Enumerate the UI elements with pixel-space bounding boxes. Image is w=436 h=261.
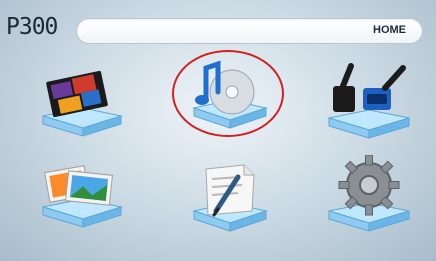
photo-icon: [42, 165, 123, 228]
menu-item-document[interactable]: [184, 155, 274, 245]
menu-item-photo[interactable]: [35, 155, 125, 245]
document-icon: [192, 164, 268, 232]
hdmi-vga-icon: [328, 63, 410, 139]
header-bar: HOME: [76, 18, 423, 44]
settings-gear-icon: [328, 155, 410, 232]
model-title: P300: [6, 14, 58, 40]
selection-ring: [172, 50, 284, 137]
menu-item-settings[interactable]: [323, 155, 413, 245]
video-icon: [42, 70, 123, 137]
home-screen: P300 HOME: [0, 0, 436, 261]
home-label: HOME: [373, 24, 406, 36]
menu-item-video[interactable]: [35, 58, 125, 148]
menu-item-input-source[interactable]: [323, 58, 413, 148]
